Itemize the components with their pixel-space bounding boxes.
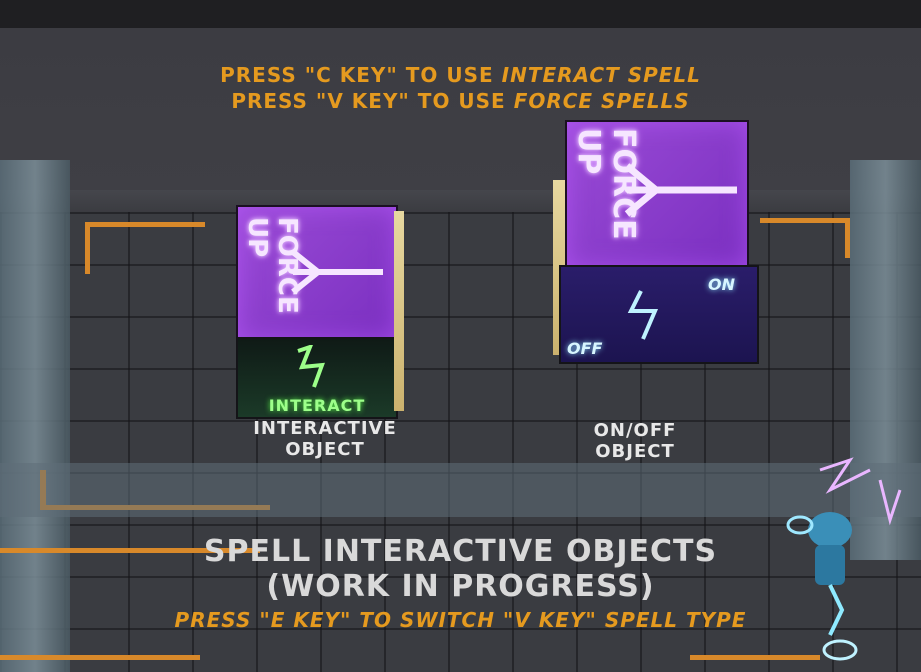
hint-line1-prefix: PRESS "C KEY" TO USE xyxy=(220,63,502,87)
onoff-object-cube[interactable]: FORCE UP ON OFF xyxy=(553,120,763,364)
floor-marking xyxy=(0,655,200,660)
label-line1: INTERACTIVE xyxy=(253,418,397,439)
off-text: OFF xyxy=(567,339,603,358)
cube-side-face xyxy=(394,211,404,411)
cube-top-face: FORCE UP xyxy=(565,120,749,269)
interactive-object-label: INTERACTIVE OBJECT xyxy=(230,418,420,460)
hint-interact-spell: PRESS "C KEY" TO USE INTERACT SPELL xyxy=(0,62,921,88)
interactive-object-cube[interactable]: FORCE UP INTERACT xyxy=(236,205,406,419)
arrow-icon xyxy=(624,163,737,217)
label-line1: ON/OFF xyxy=(593,420,677,441)
ceiling-shadow xyxy=(0,0,921,28)
game-scene: PRESS "C KEY" TO USE INTERACT SPELL PRES… xyxy=(0,0,921,672)
on-text: ON xyxy=(708,275,735,294)
lightning-icon xyxy=(627,290,659,340)
hint-line2-prefix: PRESS "V KEY" TO USE xyxy=(231,89,514,113)
label-line2: OBJECT xyxy=(285,439,365,460)
interact-text: INTERACT xyxy=(268,396,366,415)
cube-top-face: FORCE UP xyxy=(236,205,398,341)
banner-title-line2: (WORK IN PROGRESS) xyxy=(266,569,655,604)
lightning-icon xyxy=(297,345,325,388)
hint-line2-spell: FORCE SPELLS xyxy=(513,89,690,113)
cube-front-face: INTERACT xyxy=(236,337,398,419)
cube-front-face: ON OFF xyxy=(559,265,759,364)
floor-marking xyxy=(760,218,850,223)
banner-subtitle: PRESS "E KEY" TO SWITCH "V KEY" SPELL TY… xyxy=(174,608,747,632)
floor-marking xyxy=(85,222,90,274)
banner-title-line1: SPELL INTERACTIVE OBJECTS xyxy=(203,534,718,569)
hint-force-spells: PRESS "V KEY" TO USE FORCE SPELLS xyxy=(0,88,921,114)
wall-base xyxy=(0,190,921,212)
hint-line1-spell: INTERACT SPELL xyxy=(501,63,701,87)
arrow-icon xyxy=(291,249,383,295)
floor-marking xyxy=(845,218,850,258)
onoff-object-label: ON/OFF OBJECT xyxy=(555,420,715,462)
label-line2: OBJECT xyxy=(595,441,675,462)
floor-marking xyxy=(85,222,205,227)
